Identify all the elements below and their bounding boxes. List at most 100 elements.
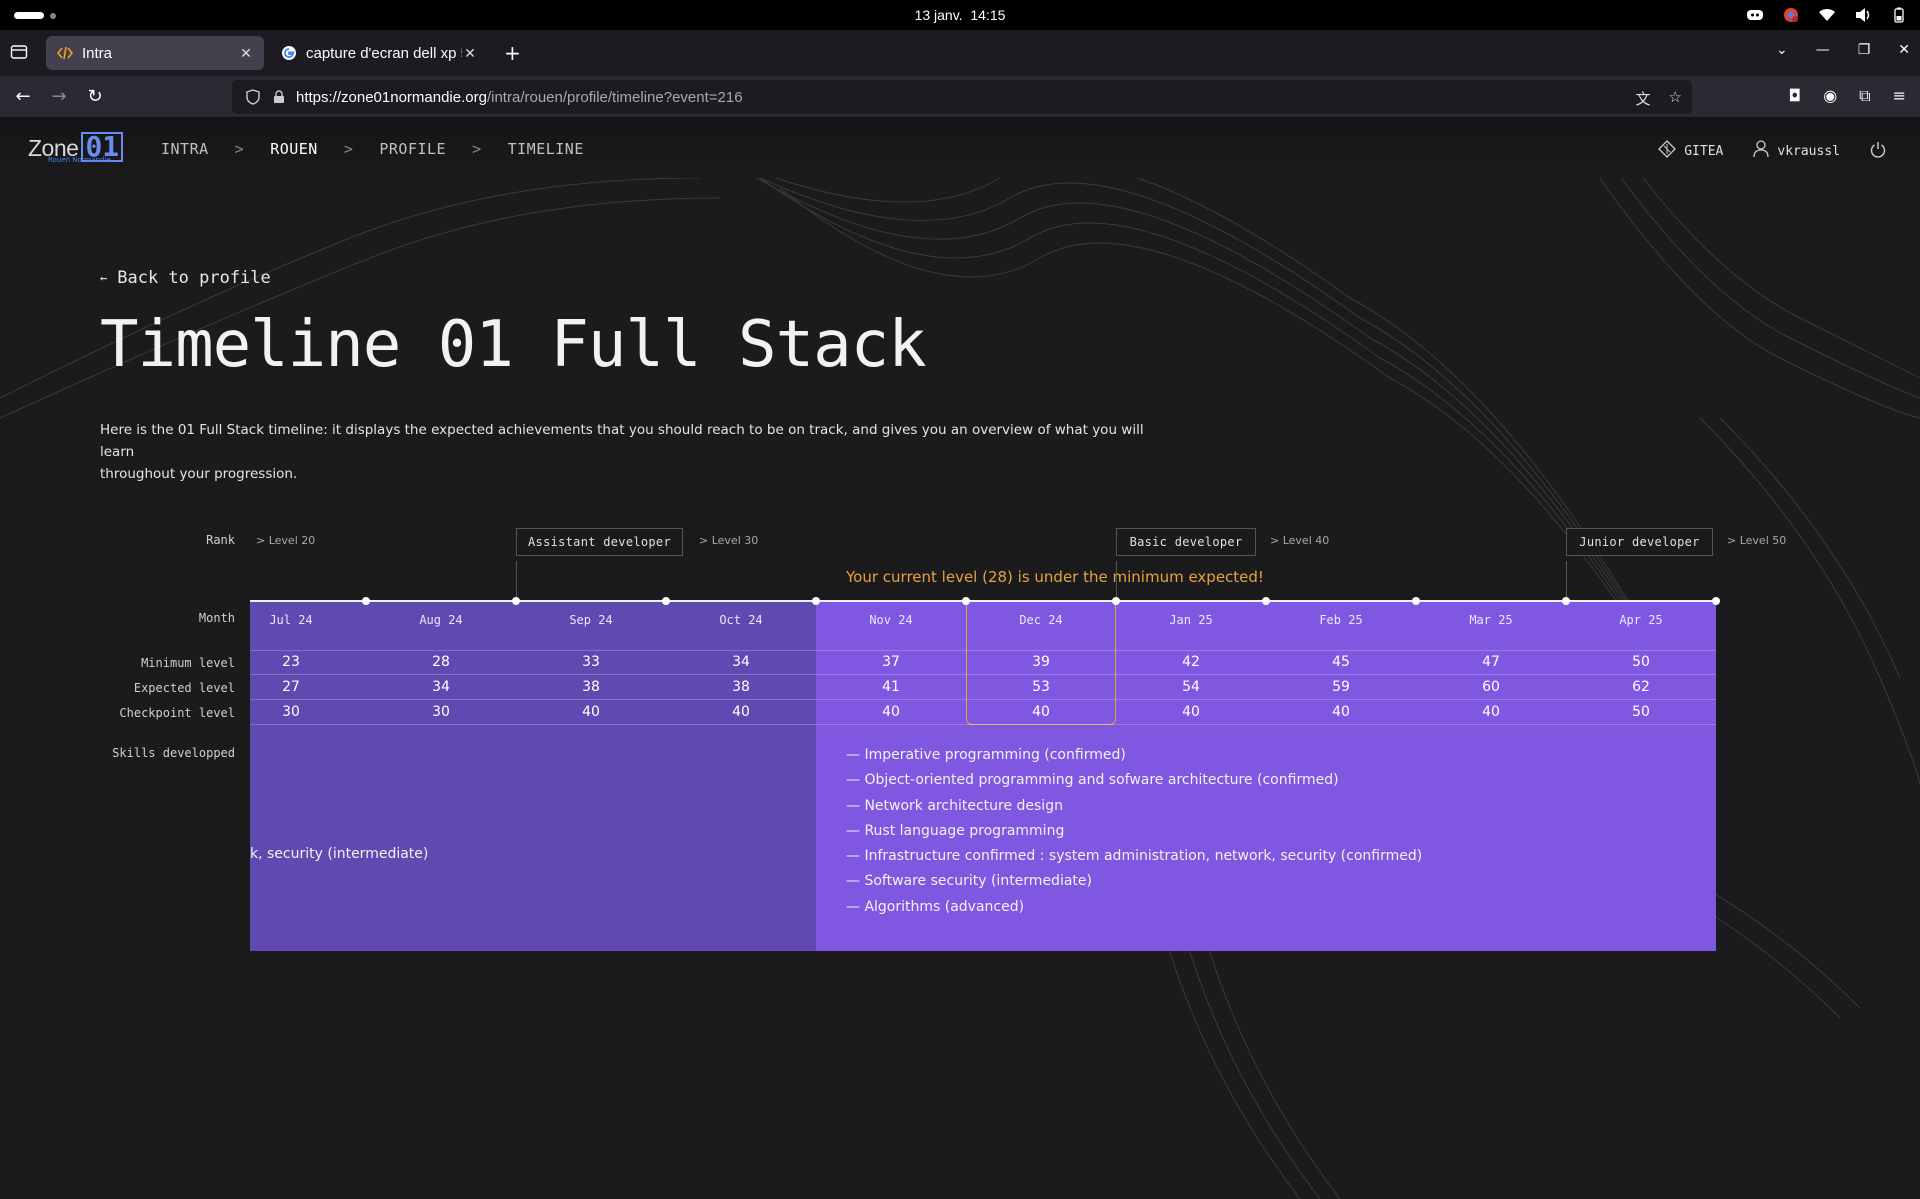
checkpoint-level-cell: 40 xyxy=(582,704,600,720)
minimum-level-cell: 50 xyxy=(1632,654,1650,670)
row-label-expected: Expected level xyxy=(133,681,235,695)
axis-dot xyxy=(512,597,520,605)
timeline-axis xyxy=(250,600,1716,602)
skill-item: — Algorithms (advanced) xyxy=(846,898,1025,915)
rank-connector xyxy=(516,561,517,601)
battery-icon[interactable] xyxy=(1890,6,1908,24)
checkpoint-level-cell: 30 xyxy=(282,704,300,720)
translate-icon[interactable]: 文 xyxy=(1636,88,1651,109)
discord-icon[interactable] xyxy=(1746,6,1764,24)
row-divider xyxy=(250,724,1716,725)
minimum-level-cell: 33 xyxy=(582,654,600,670)
month-label: Jan 25 xyxy=(1169,613,1213,627)
lock-icon[interactable] xyxy=(270,88,288,106)
expected-level-cell: 41 xyxy=(882,679,900,695)
google-icon xyxy=(280,44,298,62)
month-label: Apr 25 xyxy=(1619,613,1663,627)
checkpoint-level-cell: 40 xyxy=(1032,704,1050,720)
reload-icon[interactable]: ↻ xyxy=(84,86,106,108)
extensions-icon[interactable]: ⧉ xyxy=(1859,86,1870,106)
pocket-icon[interactable]: ◘ xyxy=(1789,86,1802,106)
rank-level-30: > Level 30 xyxy=(699,534,759,547)
rank-basic-developer: Basic developer xyxy=(1116,528,1256,556)
chrome-icon[interactable] xyxy=(1782,6,1800,24)
browser-tab-bar: Intra ✕ capture d'ecran dell xp 5 ✕ + ⌄ … xyxy=(0,30,1920,76)
skill-past-fragment: k, security (intermediate) xyxy=(250,846,429,862)
checkpoint-level-cell: 30 xyxy=(432,704,450,720)
rank-level-20: > Level 20 xyxy=(256,534,316,547)
tab-title: Intra xyxy=(82,44,113,62)
close-icon[interactable]: ✕ xyxy=(462,45,478,62)
checkpoint-level-cell: 40 xyxy=(1182,704,1200,720)
expected-level-cell: 60 xyxy=(1482,679,1500,695)
close-window-button[interactable]: ✕ xyxy=(1898,42,1910,58)
firefox-view-icon[interactable] xyxy=(10,44,30,62)
back-arrow-icon[interactable]: ← xyxy=(12,86,34,108)
month-label: Feb 25 xyxy=(1319,613,1363,627)
bookmark-star-icon[interactable]: ☆ xyxy=(1669,88,1682,109)
skill-item: — Software security (intermediate) xyxy=(846,873,1092,890)
close-icon[interactable]: ✕ xyxy=(238,45,254,62)
skills-list: — Imperative programming (confirmed) — Ob… xyxy=(846,743,1422,920)
month-label: Aug 24 xyxy=(419,613,463,627)
new-tab-button[interactable]: + xyxy=(504,43,521,63)
tab-intra[interactable]: Intra ✕ xyxy=(46,36,264,70)
url-path: /intra/rouen/profile/timeline?event=216 xyxy=(486,88,743,106)
minimum-level-cell: 23 xyxy=(282,654,300,670)
expected-level-cell: 54 xyxy=(1182,679,1200,695)
system-tray xyxy=(1746,6,1908,24)
rank-assistant-developer: Assistant developer xyxy=(516,528,683,556)
month-label: Sep 24 xyxy=(569,613,613,627)
expected-level-cell: 34 xyxy=(432,679,450,695)
axis-dot xyxy=(1562,597,1570,605)
restore-button[interactable]: ❐ xyxy=(1858,42,1871,58)
skill-item: — Infrastructure confirmed : system admi… xyxy=(846,848,1423,865)
row-label-minimum: Minimum level xyxy=(141,656,235,670)
checkpoint-level-cell: 50 xyxy=(1632,704,1650,720)
expected-level-cell: 38 xyxy=(732,679,750,695)
minimum-level-cell: 39 xyxy=(1032,654,1050,670)
month-label: Jul 24 xyxy=(269,613,313,627)
browser-nav-bar: ← → ↻ https://zone01normandie.org/intra/… xyxy=(0,76,1920,118)
tracking-shield-icon[interactable] xyxy=(244,88,262,106)
expected-level-cell: 62 xyxy=(1632,679,1650,695)
row-label-rank: Rank xyxy=(206,533,235,547)
month-label: Dec 24 xyxy=(1019,613,1063,627)
wifi-icon[interactable] xyxy=(1818,6,1836,24)
skill-item: — Network architecture design xyxy=(846,797,1063,814)
row-divider xyxy=(250,674,1716,675)
expected-level-cell: 59 xyxy=(1332,679,1350,695)
row-label-month: Month xyxy=(198,611,235,625)
row-divider xyxy=(250,650,1716,651)
skill-item: — Object-oriented programming and sofwar… xyxy=(846,772,1339,789)
expected-level-cell: 38 xyxy=(582,679,600,695)
row-label-skills: Skills developped xyxy=(112,746,235,760)
code-icon xyxy=(56,44,74,62)
tab-google-search[interactable]: capture d'ecran dell xp 5 ✕ xyxy=(270,36,488,70)
axis-dot xyxy=(362,597,370,605)
minimize-button[interactable]: — xyxy=(1816,42,1830,58)
tab-title: capture d'ecran dell xp 5 xyxy=(306,44,462,62)
forward-arrow-icon[interactable]: → xyxy=(48,86,70,108)
menu-icon[interactable]: ≡ xyxy=(1893,86,1906,106)
os-clock[interactable]: 13 janv. 14:15 xyxy=(0,7,1920,23)
list-all-tabs-icon[interactable]: ⌄ xyxy=(1776,42,1788,58)
rank-level-40: > Level 40 xyxy=(1270,534,1330,547)
volume-icon[interactable] xyxy=(1854,6,1872,24)
minimum-level-cell: 37 xyxy=(882,654,900,670)
account-icon[interactable]: ◉ xyxy=(1823,86,1837,106)
os-date: 13 janv. xyxy=(914,7,963,23)
level-warning: Your current level (28) is under the min… xyxy=(846,568,1264,586)
expected-level-cell: 53 xyxy=(1032,679,1050,695)
minimum-level-cell: 47 xyxy=(1482,654,1500,670)
axis-dot xyxy=(1262,597,1270,605)
os-time: 14:15 xyxy=(970,7,1006,23)
axis-dot xyxy=(662,597,670,605)
rank-connector xyxy=(1566,561,1567,601)
rank-junior-developer: Junior developer xyxy=(1566,528,1713,556)
page-content: Zone 01 Rouen Normandie INTRA > ROUEN > … xyxy=(0,118,1920,1199)
row-label-checkpoint: Checkpoint level xyxy=(119,706,235,720)
skill-item: — Imperative programming (confirmed) xyxy=(846,747,1126,763)
checkpoint-level-cell: 40 xyxy=(1332,704,1350,720)
url-bar[interactable]: https://zone01normandie.org/intra/rouen/… xyxy=(232,80,1692,114)
